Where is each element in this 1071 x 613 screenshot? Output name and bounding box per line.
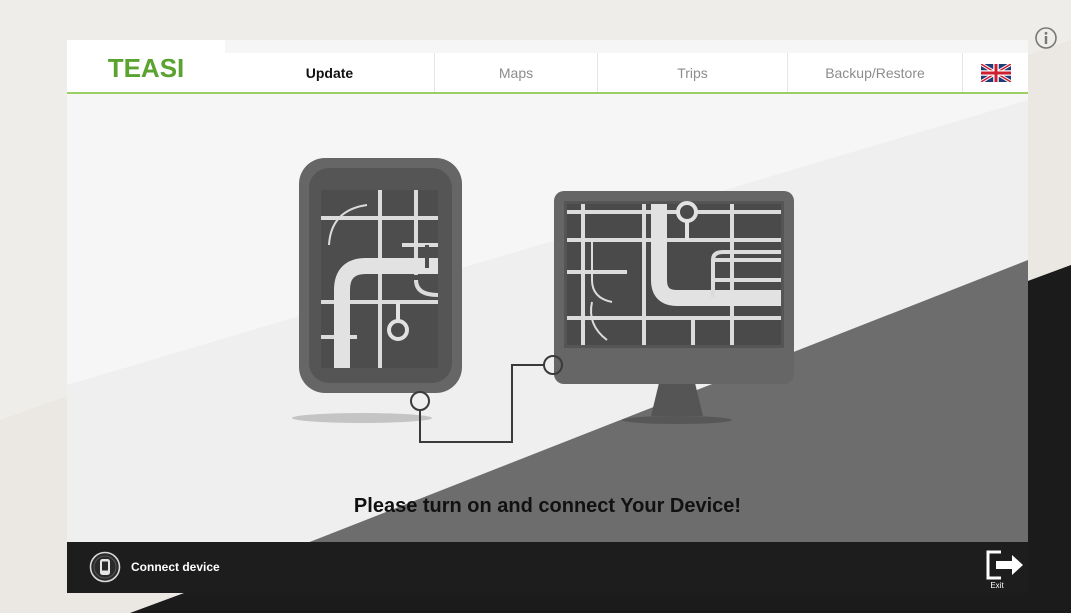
language-selector[interactable] xyxy=(962,53,1028,92)
svg-text:TEASI: TEASI xyxy=(108,53,185,83)
exit-label: Exit xyxy=(990,581,1004,590)
tab-bar: Update Maps Trips Backup/Restore xyxy=(225,53,1028,94)
exit-button[interactable]: Exit xyxy=(985,550,1025,590)
tab-backup-restore[interactable]: Backup/Restore xyxy=(787,53,962,92)
tab-trips[interactable]: Trips xyxy=(597,53,787,92)
bottom-bar: Connect device Exit xyxy=(67,542,1028,593)
connect-device-label: Connect device xyxy=(131,560,220,574)
exit-icon xyxy=(986,550,1023,580)
app-window: TEASI Update Maps Trips Backup/Restore P… xyxy=(0,0,1071,613)
tab-update[interactable]: Update xyxy=(225,53,434,92)
device-icon xyxy=(89,551,121,583)
info-icon[interactable] xyxy=(1034,26,1058,50)
connect-instruction: Please turn on and connect Your Device! xyxy=(353,495,742,517)
uk-flag-icon xyxy=(980,63,1011,82)
connect-device-button[interactable]: Connect device xyxy=(89,550,220,584)
gps-device-illustration xyxy=(292,158,462,423)
tab-maps[interactable]: Maps xyxy=(434,53,597,92)
teasi-logo: TEASI xyxy=(67,40,225,93)
main-panel: TEASI Update Maps Trips Backup/Restore P… xyxy=(67,40,1028,593)
logo-underline xyxy=(67,92,225,94)
